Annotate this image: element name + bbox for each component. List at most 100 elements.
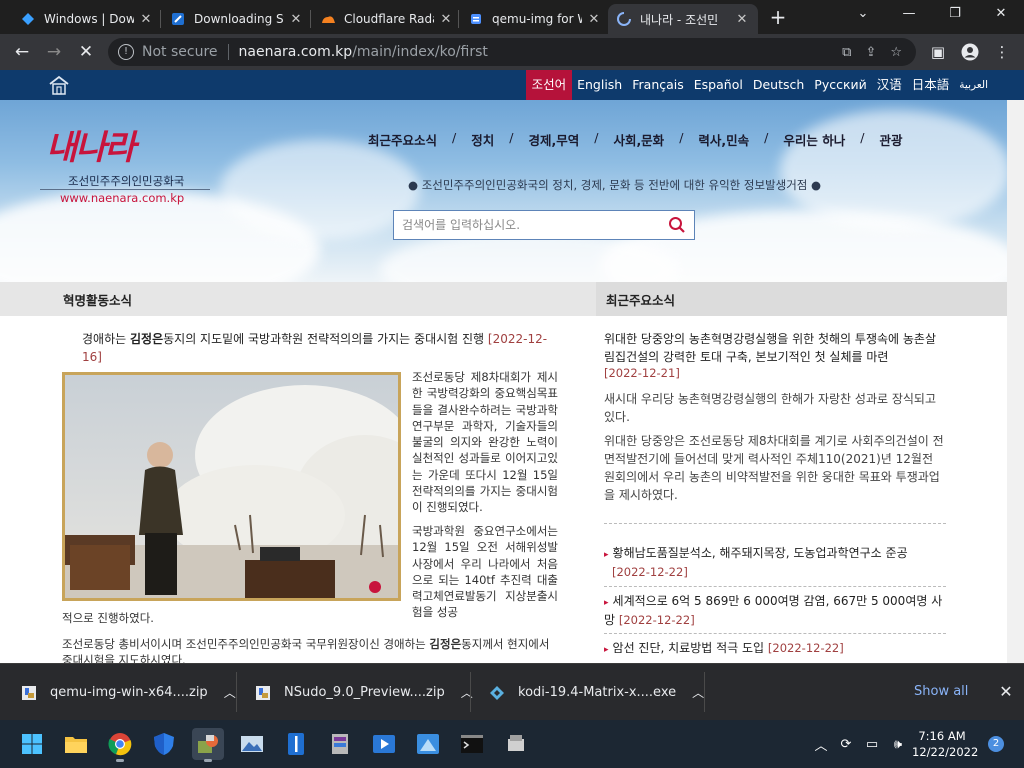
side-panel-icon[interactable]: ▣ <box>926 40 950 64</box>
app-icon-2[interactable] <box>280 728 312 760</box>
chevron-up-icon[interactable]: ︿ <box>812 720 830 768</box>
nav-item-recent-news[interactable]: 최근주요소식 <box>368 130 437 149</box>
site-logo[interactable]: 내나라 <box>46 120 186 170</box>
lang-chinese[interactable]: 汉语 <box>872 70 907 100</box>
nav-item-politics[interactable]: 정치 <box>471 130 494 149</box>
download-item[interactable]: NSudo_9.0_Preview....zip ︿ <box>254 664 473 721</box>
download-item[interactable]: qemu-img-win-x64....zip ︿ <box>20 664 236 721</box>
tab-strip: Windows | Dow ✕ Downloading St ✕ Cloudfl… <box>0 0 1024 34</box>
tab-title: Windows | Dow <box>44 12 134 26</box>
news-item[interactable]: ▸ 황해남도품질분석소, 해주돼지목장, 도농업과학연구소 준공 [2022-12… <box>604 545 946 581</box>
close-icon[interactable]: ✕ <box>586 12 602 27</box>
tab-title: Downloading St <box>194 12 284 26</box>
show-all-downloads-link[interactable]: Show all <box>914 684 968 699</box>
sync-icon[interactable]: ⟳ <box>836 720 856 768</box>
scrollbar[interactable] <box>1007 100 1024 663</box>
forward-arrow-icon[interactable]: → <box>42 40 66 64</box>
chevron-up-icon[interactable]: ︿ <box>224 684 236 701</box>
archive-icon[interactable] <box>324 728 356 760</box>
lead-article-tail: 적으로 진행하였다. <box>62 611 154 625</box>
lang-japanese[interactable]: 日本語 <box>907 70 955 100</box>
nav-item-unification[interactable]: 우리는 하나 <box>783 130 845 149</box>
download-shelf: qemu-img-win-x64....zip ︿ NSudo_9.0_Prev… <box>0 663 1024 720</box>
back-arrow-icon[interactable]: ← <box>10 40 34 64</box>
lang-german[interactable]: Deutsch <box>748 70 809 100</box>
url-host: naenara.com.kp <box>238 44 353 60</box>
nav-item-economy[interactable]: 경제,무역 <box>528 130 579 149</box>
right-headline[interactable]: 위대한 당중앙의 농촌혁명강령실행을 위한 첫해의 투쟁속에 농촌살림집건설의 … <box>604 330 944 366</box>
display-icon[interactable]: ▭ <box>862 720 882 768</box>
loading-icon <box>616 11 632 27</box>
url-path: /main/index/ko/first <box>352 44 488 60</box>
lead-article-photo[interactable] <box>62 372 401 601</box>
tab-search-icon[interactable]: ⌄ <box>840 0 886 30</box>
logo-url[interactable]: www.naenara.com.kp <box>60 191 184 205</box>
new-tab-button[interactable]: + <box>766 6 790 30</box>
close-icon[interactable]: ✕ <box>438 12 454 27</box>
home-icon[interactable] <box>48 75 70 95</box>
lang-english[interactable]: English <box>572 70 627 100</box>
terminal-icon[interactable] <box>456 728 488 760</box>
search-input[interactable] <box>402 218 668 232</box>
lang-spanish[interactable]: Español <box>689 70 748 100</box>
nav-item-tourism[interactable]: 관광 <box>879 130 902 149</box>
app-icon-3[interactable] <box>412 728 444 760</box>
address-bar[interactable]: ! Not secure naenara.com.kp/main/index/k… <box>108 38 916 66</box>
download-filename: NSudo_9.0_Preview....zip <box>284 685 445 700</box>
close-icon[interactable]: ✕ <box>288 12 304 27</box>
lang-french[interactable]: Français <box>627 70 689 100</box>
nav-item-history[interactable]: 력사,민속 <box>698 130 749 149</box>
search-icon[interactable] <box>668 216 686 234</box>
download-filename: qemu-img-win-x64....zip <box>50 685 208 700</box>
download-filename: kodi-19.4-Matrix-x....exe <box>518 685 677 700</box>
media-player-icon[interactable] <box>368 728 400 760</box>
tab-title: 내나라 - 조선민 <box>640 12 719 27</box>
tab-5-active[interactable]: 내나라 - 조선민 ✕ <box>608 4 758 34</box>
logo-subtitle: 조선민주주의인민공화국 <box>68 174 185 188</box>
nav-item-society[interactable]: 사회,문화 <box>613 130 664 149</box>
lang-russian[interactable]: Русский <box>809 70 871 100</box>
app-icon[interactable] <box>192 728 224 762</box>
tab-4[interactable]: qemu-img for W ✕ <box>460 4 610 34</box>
chrome-icon[interactable] <box>104 728 136 762</box>
news-item[interactable]: ▸ 암선 진단, 치료방법 적극 도입 [2022-12-22] <box>604 640 946 659</box>
system-clock[interactable]: 7:16 AM 12/22/2022 <box>912 728 978 760</box>
close-window-button[interactable]: ✕ <box>978 0 1024 30</box>
lead-article-body: 조선로동당 제8차대회가 제시한 국방력강화의 중요핵심목표들을 결사완수하려는… <box>412 370 558 515</box>
security-shield-icon[interactable] <box>148 728 180 760</box>
lang-korean[interactable]: 조선어 <box>525 70 573 100</box>
tab-2[interactable]: Downloading St ✕ <box>162 4 312 34</box>
windows-start-icon[interactable] <box>16 728 48 760</box>
close-icon[interactable]: ✕ <box>734 12 750 27</box>
translate-icon[interactable]: ⧉ <box>842 45 851 60</box>
azure-icon <box>20 11 36 27</box>
app-icon-4[interactable] <box>500 728 532 760</box>
right-headline-date: [2022-12-21] <box>604 366 680 380</box>
lead-article-body-2: 국방과학원 중요연구소에서는 12월 15일 오전 서해위성발사장에서 우리 나… <box>412 524 558 620</box>
notification-badge[interactable]: 2 <box>988 736 1004 752</box>
tab-1[interactable]: Windows | Dow ✕ <box>12 4 162 34</box>
zip-file-icon <box>20 684 38 702</box>
volume-icon[interactable]: 🕪 <box>888 720 908 768</box>
stop-loading-icon[interactable]: ✕ <box>74 40 98 64</box>
tab-title: Cloudflare Rada <box>344 12 434 26</box>
menu-kebab-icon[interactable]: ⋮ <box>990 40 1014 64</box>
minimize-button[interactable]: — <box>886 0 932 30</box>
tab-3[interactable]: Cloudflare Rada ✕ <box>312 4 462 34</box>
kodi-icon <box>488 684 506 702</box>
lang-arabic[interactable]: العربية <box>954 70 1024 100</box>
profile-icon[interactable] <box>958 40 982 64</box>
file-explorer-icon[interactable] <box>60 728 92 760</box>
news-item[interactable]: ▸ 세계적으로 6억 5 869만 6 000여명 감염, 667만 5 000여… <box>604 593 946 629</box>
photos-icon[interactable] <box>236 728 268 760</box>
close-icon[interactable]: ✕ <box>138 12 154 27</box>
warning-icon[interactable]: ! <box>118 44 134 60</box>
download-item[interactable]: kodi-19.4-Matrix-x....exe ︿ <box>488 664 704 721</box>
restore-button[interactable]: ❐ <box>932 0 978 30</box>
share-icon[interactable]: ⇪ <box>865 45 876 60</box>
close-icon[interactable]: ✕ <box>996 682 1016 701</box>
lead-article-title[interactable]: 경애하는 김정은동지의 지도밑에 국방과학원 전략적의의를 가지는 중대시험 진… <box>82 330 560 366</box>
bookmark-star-icon[interactable]: ☆ <box>890 45 902 60</box>
security-label: Not secure <box>142 44 218 60</box>
chevron-up-icon[interactable]: ︿ <box>692 684 704 701</box>
